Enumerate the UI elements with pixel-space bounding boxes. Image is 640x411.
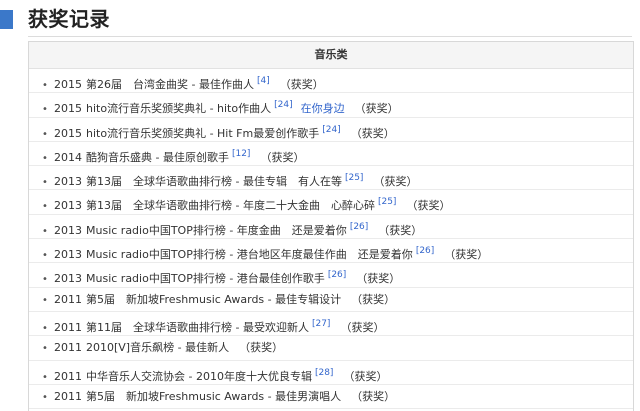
award-row: • 2013 Music radio中国TOP排行榜 - 港台最佳创作歌手 [26] （… (29, 263, 633, 288)
award-status: （获奖） (350, 126, 395, 140)
award-row: • 2013 第13届 全球华语歌曲排行榜 - 最佳专辑 有人在等 [25] （获奖） (29, 166, 633, 191)
award-year: 2011 (54, 389, 82, 403)
reference-link[interactable]: [28] (315, 368, 333, 378)
award-name: hito流行音乐奖颁奖典礼 - Hit Fm最爱创作歌手 (86, 126, 320, 140)
award-row: • 2011 第5届 新加坡Freshmusic Awards - 最佳男演唱人 （获… (29, 385, 633, 410)
section-accent-bar (0, 10, 13, 29)
award-status: （获奖） (343, 369, 388, 383)
award-status: （获奖） (279, 78, 324, 91)
section-title: 获奖记录 (28, 7, 110, 31)
award-row: • 2011 中华音乐人交流协会 - 2010年度十大优良专辑 [28] （获奖） (29, 361, 633, 385)
award-name: 第5届 新加坡Freshmusic Awards - 最佳专辑设计 (86, 292, 342, 306)
award-status: （获奖） (378, 223, 423, 237)
award-row: • 2014 酷狗音乐盛典 - 最佳原创歌手 [12] （获奖） (29, 142, 633, 167)
award-row: • 2011 第11届 全球华语歌曲排行榜 - 最受欢迎新人 [27] （获奖） (29, 312, 633, 337)
table-header: 音乐类 (29, 41, 633, 69)
award-name: Music radio中国TOP排行榜 - 年度金曲 还是爱着你 (86, 223, 347, 237)
award-status: （获奖） (444, 248, 489, 262)
award-name: 第11届 全球华语歌曲排行榜 - 最受欢迎新人 (86, 320, 309, 334)
reference-link[interactable]: [26] (350, 222, 368, 232)
title-divider (28, 36, 632, 37)
award-list: • 2015 第26届 台湾金曲奖 - 最佳作曲人 [4] （获奖） • 2015 hito流… (29, 69, 633, 410)
reference-link[interactable]: [24] (322, 125, 340, 135)
award-status: （获奖） (351, 389, 396, 403)
bullet-icon: • (42, 294, 48, 306)
award-name: Music radio中国TOP排行榜 - 港台最佳创作歌手 (86, 272, 325, 286)
award-name: Music radio中国TOP排行榜 - 港台地区年度最佳作曲 还是爱着你 (86, 248, 413, 262)
award-status: （获奖） (354, 102, 399, 116)
bullet-icon: • (42, 343, 48, 355)
awards-table: 音乐类 • 2015 第26届 台湾金曲奖 - 最佳作曲人 [4] （获奖） • 2015 h… (28, 41, 634, 411)
award-name: 第26届 台湾金曲奖 - 最佳作曲人 (86, 78, 254, 91)
award-row: • 2015 hito流行音乐奖颁奖典礼 - Hit Fm最爱创作歌手 [24] （获奖… (29, 118, 633, 142)
reference-link[interactable]: [4] (257, 76, 270, 86)
section-header: 获奖记录 (0, 0, 640, 40)
award-year: 2011 (54, 292, 82, 306)
award-name: 中华音乐人交流协会 - 2010年度十大优良专辑 (86, 369, 312, 383)
award-row: • 2013 Music radio中国TOP排行榜 - 年度金曲 还是爱着你 [26… (29, 215, 633, 240)
reference-link[interactable]: [26] (416, 246, 434, 256)
award-name: 第13届 全球华语歌曲排行榜 - 年度二十大金曲 心醉心碎 (86, 199, 375, 213)
award-name: hito流行音乐奖颁奖典礼 - hito作曲人 (86, 102, 272, 116)
bullet-icon: • (42, 391, 48, 403)
award-row: • 2011 2010[V]音乐飙榜 - 最佳新人 （获奖） (29, 336, 633, 361)
award-status: （获奖） (351, 292, 396, 306)
award-row: • 2015 hito流行音乐奖颁奖典礼 - hito作曲人 [24] 在你身边 （获奖） (29, 93, 633, 118)
award-name: 2010[V]音乐飙榜 - 最佳新人 (86, 341, 230, 355)
reference-link[interactable]: [25] (345, 173, 363, 183)
reference-link[interactable]: [26] (328, 270, 346, 280)
award-name: 第13届 全球华语歌曲排行榜 - 最佳专辑 有人在等 (86, 175, 342, 189)
award-year: 2011 (54, 341, 82, 355)
reference-link[interactable]: [25] (378, 197, 396, 207)
work-link[interactable]: 在你身边 (301, 102, 345, 115)
reference-link[interactable]: [24] (274, 100, 292, 110)
award-row: • 2013 Music radio中国TOP排行榜 - 港台地区年度最佳作曲 还是… (29, 239, 633, 264)
award-status: （获奖） (239, 341, 284, 355)
award-row: • 2011 第5届 新加坡Freshmusic Awards - 最佳专辑设计 （获… (29, 288, 633, 312)
award-row: • 2015 第26届 台湾金曲奖 - 最佳作曲人 [4] （获奖） (29, 69, 633, 94)
award-status: （获奖） (406, 199, 451, 213)
award-row: • 2013 第13届 全球华语歌曲排行榜 - 年度二十大金曲 心醉心碎 [25] （获… (29, 190, 633, 215)
award-name: 酷狗音乐盛典 - 最佳原创歌手 (86, 150, 229, 164)
reference-link[interactable]: [12] (232, 149, 250, 159)
award-status: （获奖） (260, 150, 305, 164)
award-status: （获奖） (340, 320, 385, 334)
award-status: （获奖） (356, 272, 401, 286)
award-status: （获奖） (373, 175, 418, 189)
reference-link[interactable]: [27] (312, 319, 330, 329)
award-name: 第5届 新加坡Freshmusic Awards - 最佳男演唱人 (86, 389, 342, 403)
